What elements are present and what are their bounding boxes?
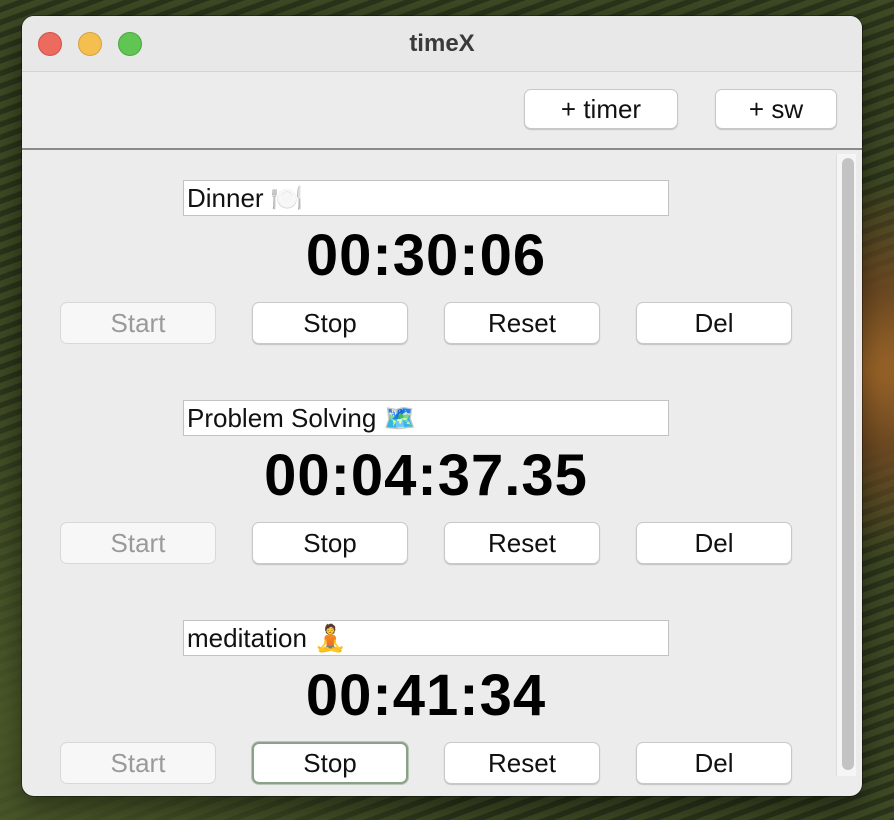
stop-button[interactable]: Stop: [252, 742, 408, 784]
timer-name-field[interactable]: Problem Solving 🗺️: [183, 400, 669, 436]
timer-time-display: 00:30:06: [305, 223, 547, 288]
timer-card: meditation 🧘 00:41:34 Start Stop Reset D…: [22, 620, 822, 796]
toolbar: + timer + sw: [22, 72, 862, 150]
add-timer-button[interactable]: + timer: [524, 89, 678, 129]
vertical-scrollbar[interactable]: [836, 154, 856, 776]
timer-time-display: 00:04:37.35: [264, 443, 588, 508]
app-window: timeX + timer + sw Dinner 🍽️ 00:30:06 St…: [22, 16, 862, 796]
timer-list: Dinner 🍽️ 00:30:06 Start Stop Reset Del …: [22, 150, 862, 794]
timer-name-field[interactable]: Dinner 🍽️: [183, 180, 669, 216]
reset-button[interactable]: Reset: [444, 522, 600, 564]
window-title: timeX: [409, 30, 475, 57]
start-button: Start: [60, 742, 216, 784]
timer-time-display: 00:41:34: [305, 663, 547, 728]
timer-card: Problem Solving 🗺️ 00:04:37.35 Start Sto…: [22, 400, 822, 610]
delete-button[interactable]: Del: [636, 742, 792, 784]
stop-button[interactable]: Stop: [252, 522, 408, 564]
delete-button[interactable]: Del: [636, 302, 792, 344]
reset-button[interactable]: Reset: [444, 742, 600, 784]
start-button: Start: [60, 522, 216, 564]
scrollbar-thumb[interactable]: [842, 158, 854, 770]
timer-name-field[interactable]: meditation 🧘: [183, 620, 669, 656]
add-stopwatch-button[interactable]: + sw: [715, 89, 837, 129]
stop-button[interactable]: Stop: [252, 302, 408, 344]
reset-button[interactable]: Reset: [444, 302, 600, 344]
delete-button[interactable]: Del: [636, 522, 792, 564]
timer-card: Dinner 🍽️ 00:30:06 Start Stop Reset Del: [22, 180, 822, 390]
start-button: Start: [60, 302, 216, 344]
title-bar: timeX: [22, 16, 862, 72]
